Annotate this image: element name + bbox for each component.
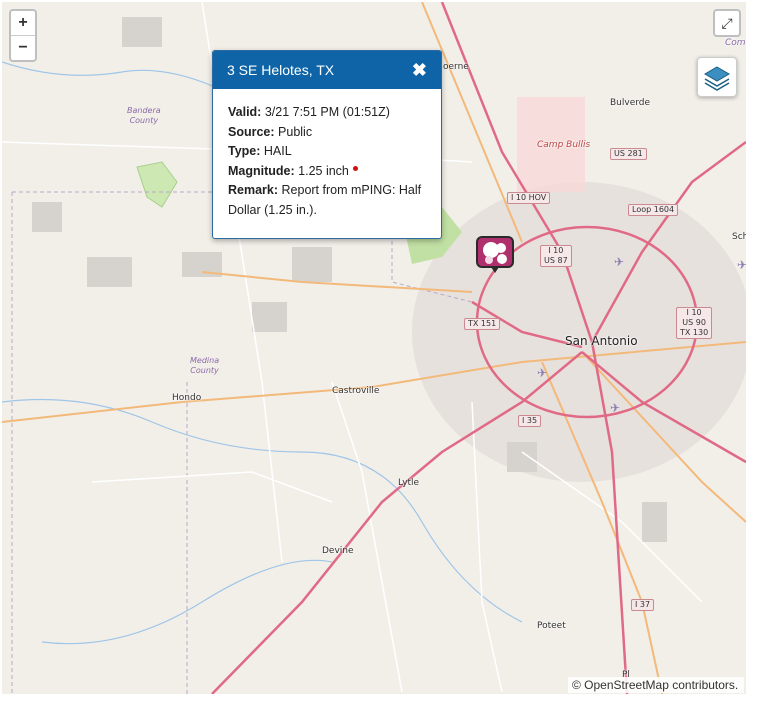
remark-row: Remark: Report from mPING: Half Dollar (… <box>228 181 427 220</box>
fullscreen-button[interactable]: ⤢ <box>713 9 741 37</box>
place-castroville: Castroville <box>332 386 380 396</box>
type-row: Type: HAIL <box>228 142 427 162</box>
place-lytle: Lytle <box>398 478 420 488</box>
svg-text:✈: ✈ <box>610 401 620 415</box>
place-camp-bullis: Camp Bullis <box>537 140 591 150</box>
source-label: Source: <box>228 124 275 139</box>
remark-label: Remark: <box>228 183 279 197</box>
magnitude-value: 1.25 inch <box>298 163 349 178</box>
hail-report-icon <box>476 236 514 273</box>
green-area <box>136 161 178 208</box>
close-icon[interactable]: ✖ <box>412 60 427 81</box>
svg-text:✈: ✈ <box>537 366 547 380</box>
zoom-in-button[interactable]: + <box>11 11 35 35</box>
shield-i10hov: I 10 HOV <box>507 192 551 204</box>
place-hondo: Hondo <box>172 393 202 403</box>
zoom-control: + − <box>9 9 37 62</box>
zoom-out-button[interactable]: − <box>11 35 35 60</box>
magnitude-dot-icon <box>352 165 358 171</box>
report-popup: 3 SE Helotes, TX ✖ Valid: 3/21 7:51 PM (… <box>212 50 442 239</box>
layers-icon <box>704 66 730 91</box>
county-label-bandera: Bandera County <box>127 106 161 125</box>
valid-label: Valid: <box>228 105 262 119</box>
popup-title: 3 SE Helotes, TX <box>227 62 335 78</box>
hail-report-marker[interactable] <box>476 236 514 274</box>
county-label-medina: Medina County <box>190 356 220 375</box>
magnitude-label: Magnitude: <box>228 163 295 178</box>
place-devine: Devine <box>322 546 354 556</box>
place-bulverde: Bulverde <box>610 98 651 108</box>
place-comal: Coma <box>725 38 746 48</box>
source-row: Source: Public <box>228 123 427 143</box>
svg-text:✈: ✈ <box>737 258 746 272</box>
shield-us281: US 281 <box>610 148 647 160</box>
county-borders <box>11 191 473 694</box>
valid-row: Valid: 3/21 7:51 PM (01:51Z) <box>228 103 427 123</box>
type-value: HAIL <box>263 144 292 158</box>
layers-button[interactable] <box>697 57 737 97</box>
source-value: Public <box>278 124 313 139</box>
map-attribution[interactable]: © OpenStreetMap contributors. <box>568 677 745 693</box>
shield-i37: I 37 <box>631 599 655 611</box>
shield-tx151: TX 151 <box>464 318 501 330</box>
svg-text:✈: ✈ <box>614 255 624 269</box>
place-boerne: oerne <box>443 62 469 72</box>
type-label: Type: <box>228 144 261 158</box>
shield-loop1604: Loop 1604 <box>628 204 679 216</box>
shield-i35: I 35 <box>518 415 542 427</box>
shield-i10us87: I 10 US 87 <box>540 245 572 267</box>
place-poteet: Poteet <box>537 621 566 631</box>
popup-body: Valid: 3/21 7:51 PM (01:51Z) Source: Pub… <box>213 89 441 238</box>
place-san-antonio: San Antonio <box>565 334 638 348</box>
shield-i10us90: I 10 US 90 TX 130 <box>676 307 713 339</box>
magnitude-row: Magnitude: 1.25 inch <box>228 162 427 182</box>
valid-value: 3/21 7:51 PM (01:51Z) <box>264 105 390 119</box>
place-schertz: Sch <box>732 232 746 242</box>
popup-header: 3 SE Helotes, TX ✖ <box>213 51 441 89</box>
